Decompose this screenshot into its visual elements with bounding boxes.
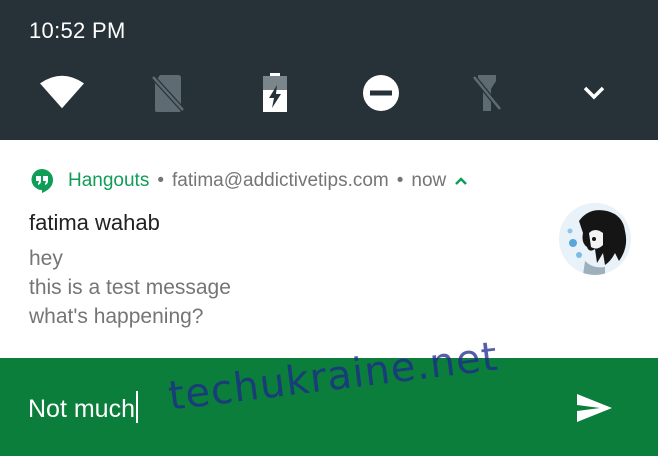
sender-name: fatima wahab bbox=[29, 210, 160, 235]
expand-tile[interactable] bbox=[572, 71, 616, 115]
message-list: hey this is a test message what's happen… bbox=[29, 244, 231, 331]
quick-settings-panel: 10:52 PM bbox=[0, 0, 658, 140]
collapse-caret-icon[interactable] bbox=[454, 170, 468, 192]
separator: • bbox=[396, 170, 404, 191]
do-not-disturb-icon bbox=[363, 75, 399, 111]
message: this is a test message bbox=[29, 276, 231, 299]
message: what's happening? bbox=[29, 305, 204, 328]
notification-header: Hangouts • fatima@addictivetips.com • no… bbox=[30, 168, 468, 194]
message: hey bbox=[29, 247, 63, 270]
separator: • bbox=[157, 170, 164, 191]
reply-input[interactable]: Not much bbox=[28, 391, 138, 424]
hangouts-notification[interactable]: Hangouts • fatima@addictivetips.com • no… bbox=[0, 140, 658, 358]
battery-saver-icon bbox=[263, 73, 287, 112]
text-cursor bbox=[135, 391, 138, 423]
notification-time: now bbox=[411, 170, 447, 191]
wifi-icon bbox=[40, 75, 84, 109]
expand-chevron-icon bbox=[583, 86, 605, 100]
reply-input-value: Not much bbox=[28, 395, 135, 423]
wifi-tile[interactable] bbox=[40, 71, 84, 115]
status-time: 10:52 PM bbox=[29, 18, 126, 43]
send-icon bbox=[577, 394, 612, 422]
flashlight-icon bbox=[472, 75, 502, 111]
account-email: fatima@addictivetips.com bbox=[172, 170, 389, 191]
flashlight-tile[interactable] bbox=[465, 71, 509, 115]
send-button[interactable] bbox=[574, 388, 614, 428]
app-name: Hangouts bbox=[68, 170, 150, 191]
avatar bbox=[559, 203, 631, 275]
sim-tile[interactable] bbox=[146, 71, 190, 115]
hangouts-icon bbox=[31, 169, 53, 193]
no-sim-icon bbox=[151, 75, 185, 112]
battery-saver-tile[interactable] bbox=[253, 71, 297, 115]
dnd-tile[interactable] bbox=[359, 71, 403, 115]
